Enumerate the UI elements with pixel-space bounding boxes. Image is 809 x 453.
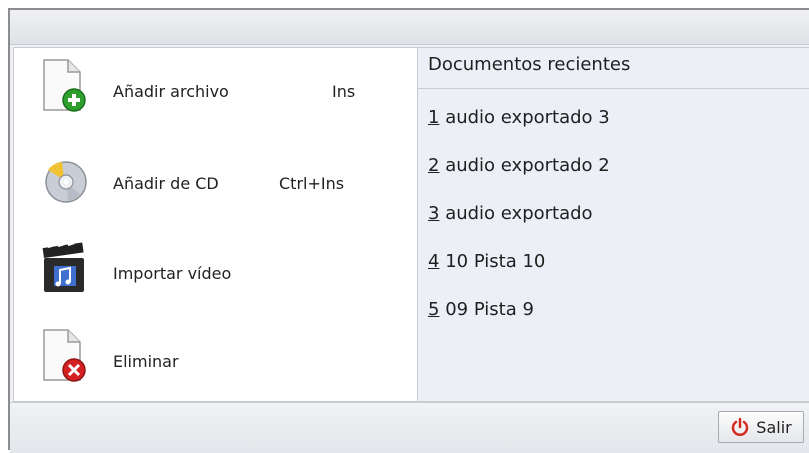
video-clapper-icon xyxy=(42,241,84,292)
add-file-shortcut: Ins xyxy=(332,82,356,101)
recent-item[interactable]: 1 audio exportado 3 xyxy=(428,107,610,128)
recent-divider xyxy=(418,88,809,89)
exit-button[interactable]: Salir xyxy=(718,411,804,443)
add-file-command[interactable]: Añadir archivo Ins xyxy=(14,48,417,132)
exit-label: Salir xyxy=(756,417,792,437)
add-file-icon xyxy=(43,59,86,112)
add-cd-command[interactable]: Añadir de CD Ctrl+Ins xyxy=(14,140,417,224)
file-menu: Añadir archivo Ins Añadir de CD Ctrl+Ins xyxy=(8,8,809,453)
import-video-command[interactable]: Importar vídeo xyxy=(14,230,417,314)
recent-documents-title: Documentos recientes xyxy=(428,54,631,75)
add-cd-shortcut: Ctrl+Ins xyxy=(279,174,345,193)
recent-documents-panel: Documentos recientes 1 audio exportado 3… xyxy=(418,47,809,402)
power-icon xyxy=(732,417,749,436)
recent-item[interactable]: 2 audio exportado 2 xyxy=(428,155,610,176)
commands-panel: Añadir archivo Ins Añadir de CD Ctrl+Ins xyxy=(13,47,418,402)
recent-item[interactable]: 3 audio exportado xyxy=(428,203,593,224)
remove-label: Eliminar xyxy=(113,352,179,371)
menu-top-bar xyxy=(10,10,809,45)
add-cd-label: Añadir de CD xyxy=(113,174,219,193)
import-video-label: Importar vídeo xyxy=(113,264,232,283)
recent-item[interactable]: 5 09 Pista 9 xyxy=(428,299,534,320)
add-file-label: Añadir archivo xyxy=(113,82,229,101)
cd-icon xyxy=(45,161,87,203)
remove-command[interactable]: Eliminar xyxy=(14,318,417,402)
recent-item[interactable]: 4 10 Pista 10 xyxy=(428,251,545,272)
remove-file-icon xyxy=(43,329,86,382)
menu-footer: Salir xyxy=(10,402,809,453)
